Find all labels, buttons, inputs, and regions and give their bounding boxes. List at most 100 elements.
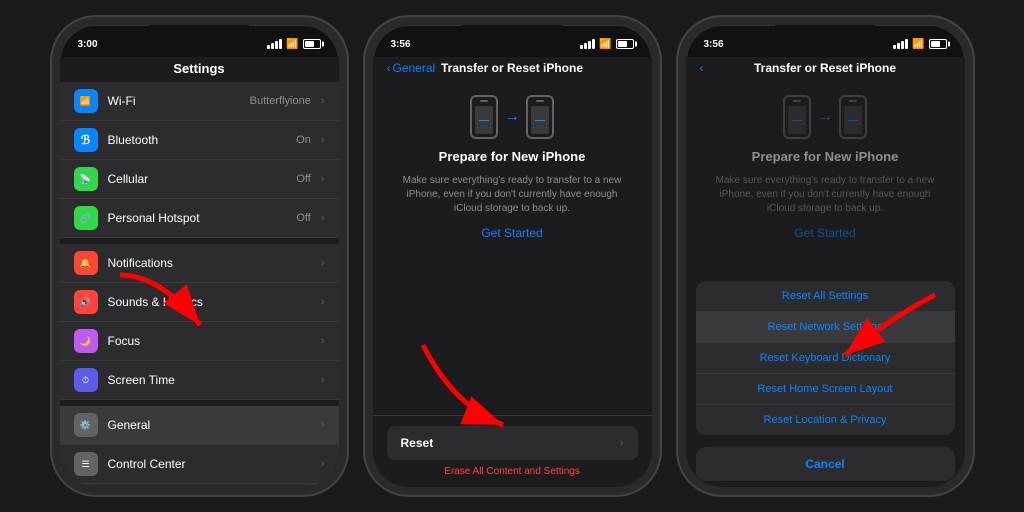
hotspot-icon: 🔗 bbox=[74, 206, 98, 230]
prepare-desc-3: Make sure everything's ready to transfer… bbox=[706, 174, 945, 216]
back-label-2: General bbox=[393, 61, 436, 75]
nav-title-3: Transfer or Reset iPhone bbox=[754, 61, 896, 75]
focus-chevron: › bbox=[321, 335, 325, 347]
battery-1 bbox=[303, 39, 321, 49]
cellular-value: Off bbox=[296, 173, 310, 185]
phone-mini-left-3 bbox=[783, 95, 811, 139]
notifications-icon: 🔔 bbox=[74, 251, 98, 275]
nav-title-2: Transfer or Reset iPhone bbox=[441, 61, 583, 75]
wifi-icon-2: 📶 bbox=[599, 39, 611, 50]
general-label: General bbox=[108, 418, 311, 432]
reset-chevron: › bbox=[620, 437, 624, 449]
screen-2: ‹ General Transfer or Reset iPhone → bbox=[373, 57, 652, 487]
screen-line-l bbox=[479, 120, 489, 121]
transfer-arrow-3: → bbox=[817, 108, 833, 126]
phone-1: 3:00 📶 Settings 📶 Wi-Fi Butterflyione › bbox=[52, 17, 347, 495]
reset-network-settings[interactable]: Reset Network Settings bbox=[696, 312, 955, 343]
notifications-chevron: › bbox=[321, 257, 325, 269]
hotspot-label: Personal Hotspot bbox=[108, 211, 287, 225]
settings-cellular[interactable]: 📡 Cellular Off › bbox=[60, 160, 339, 199]
settings-focus[interactable]: 🌙 Focus › bbox=[60, 322, 339, 361]
erase-link[interactable]: Erase All Content and Settings bbox=[387, 466, 638, 477]
transfer-content-3: → Prepare for New iPhone Make sure every… bbox=[686, 79, 965, 275]
hotspot-chevron: › bbox=[321, 212, 325, 224]
settings-sounds[interactable]: 🔊 Sounds & Haptics › bbox=[60, 283, 339, 322]
screen-1: Settings 📶 Wi-Fi Butterflyione › ℬ Bluet… bbox=[60, 57, 339, 487]
phone-3: 3:56 📶 ‹ Transfer or Reset iPhone bbox=[678, 17, 973, 495]
settings-controlcenter[interactable]: ☰ Control Center › bbox=[60, 445, 339, 484]
cellular-label: Cellular bbox=[108, 172, 287, 186]
notifications-label: Notifications bbox=[108, 256, 311, 270]
nav-bar-2: ‹ General Transfer or Reset iPhone bbox=[373, 57, 652, 79]
settings-general[interactable]: ⚙️ General › bbox=[60, 406, 339, 445]
controlcenter-icon: ☰ bbox=[74, 452, 98, 476]
hotspot-value: Off bbox=[296, 212, 310, 224]
screen-3: ‹ Transfer or Reset iPhone → bbox=[686, 57, 965, 487]
general-chevron: › bbox=[321, 419, 325, 431]
wifi-value: Butterflyione bbox=[250, 95, 311, 107]
get-started-btn-3[interactable]: Get Started bbox=[794, 226, 855, 240]
time-1: 3:00 bbox=[78, 39, 98, 50]
status-icons-2: 📶 bbox=[580, 39, 633, 50]
get-started-btn-2[interactable]: Get Started bbox=[481, 226, 542, 240]
settings-hotspot[interactable]: 🔗 Personal Hotspot Off › bbox=[60, 199, 339, 238]
controlcenter-label: Control Center bbox=[108, 457, 311, 471]
settings-display[interactable]: ☀️ Display & Brightness › bbox=[60, 484, 339, 487]
cellular-icon: 📡 bbox=[74, 167, 98, 191]
nav-back-2[interactable]: ‹ General bbox=[387, 61, 436, 75]
notch-3 bbox=[775, 25, 875, 47]
reset-keyboard-dictionary[interactable]: Reset Keyboard Dictionary bbox=[696, 343, 955, 374]
bluetooth-label: Bluetooth bbox=[108, 133, 287, 147]
signal-2 bbox=[580, 39, 595, 49]
settings-wifi[interactable]: 📶 Wi-Fi Butterflyione › bbox=[60, 82, 339, 121]
wifi-chevron: › bbox=[321, 95, 325, 107]
screen-line-r3 bbox=[848, 120, 858, 121]
sounds-label: Sounds & Haptics bbox=[108, 295, 311, 309]
phone-mini-notch-r bbox=[536, 100, 544, 102]
reset-all-settings[interactable]: Reset All Settings bbox=[696, 281, 955, 312]
cancel-button[interactable]: Cancel bbox=[696, 447, 955, 481]
back-chevron-3: ‹ bbox=[700, 61, 704, 75]
prepare-desc-2: Make sure everything's ready to transfer… bbox=[393, 174, 632, 216]
notch-1 bbox=[149, 25, 249, 47]
phone-mini-notch-r3 bbox=[849, 100, 857, 102]
reset-location-privacy[interactable]: Reset Location & Privacy bbox=[696, 405, 955, 435]
cellular-chevron: › bbox=[321, 173, 325, 185]
battery-2 bbox=[616, 39, 634, 49]
phones-icon-3: → bbox=[783, 95, 867, 139]
phone-mini-screen-l bbox=[475, 106, 493, 134]
phone-mini-notch-l bbox=[480, 100, 488, 102]
settings-notifications[interactable]: 🔔 Notifications › bbox=[60, 244, 339, 283]
bluetooth-icon: ℬ bbox=[74, 128, 98, 152]
phone-mini-right-3 bbox=[839, 95, 867, 139]
screentime-chevron: › bbox=[321, 374, 325, 386]
settings-screentime[interactable]: ⏱ Screen Time › bbox=[60, 361, 339, 400]
phone-mini-right bbox=[526, 95, 554, 139]
reset-home-screen-layout[interactable]: Reset Home Screen Layout bbox=[696, 374, 955, 405]
notch-2 bbox=[462, 25, 562, 47]
wifi-icon-3: 📶 bbox=[912, 39, 924, 50]
phone-mini-screen-r bbox=[531, 106, 549, 134]
nav-back-3[interactable]: ‹ bbox=[700, 61, 704, 75]
phones-icon: → bbox=[470, 95, 554, 139]
screentime-label: Screen Time bbox=[108, 373, 311, 387]
nav-bar-3: ‹ Transfer or Reset iPhone bbox=[686, 57, 965, 79]
transfer-arrow: → bbox=[504, 108, 520, 126]
sounds-icon: 🔊 bbox=[74, 290, 98, 314]
settings-bluetooth[interactable]: ℬ Bluetooth On › bbox=[60, 121, 339, 160]
status-icons-1: 📶 bbox=[267, 39, 320, 50]
settings-title: Settings bbox=[60, 57, 339, 82]
prepare-title-2: Prepare for New iPhone bbox=[439, 149, 586, 164]
wifi-label: Wi-Fi bbox=[108, 94, 240, 108]
bluetooth-value: On bbox=[296, 134, 311, 146]
reset-row[interactable]: Reset › bbox=[387, 426, 638, 460]
time-3: 3:56 bbox=[704, 39, 724, 50]
screen-line-r bbox=[535, 120, 545, 121]
focus-icon: 🌙 bbox=[74, 329, 98, 353]
back-chevron-2: ‹ bbox=[387, 61, 391, 75]
sounds-chevron: › bbox=[321, 296, 325, 308]
phone-2: 3:56 📶 ‹ General Transfer or Reset iPhon… bbox=[365, 17, 660, 495]
status-icons-3: 📶 bbox=[893, 39, 946, 50]
phone-mini-screen-r3 bbox=[844, 106, 862, 134]
general-icon: ⚙️ bbox=[74, 413, 98, 437]
